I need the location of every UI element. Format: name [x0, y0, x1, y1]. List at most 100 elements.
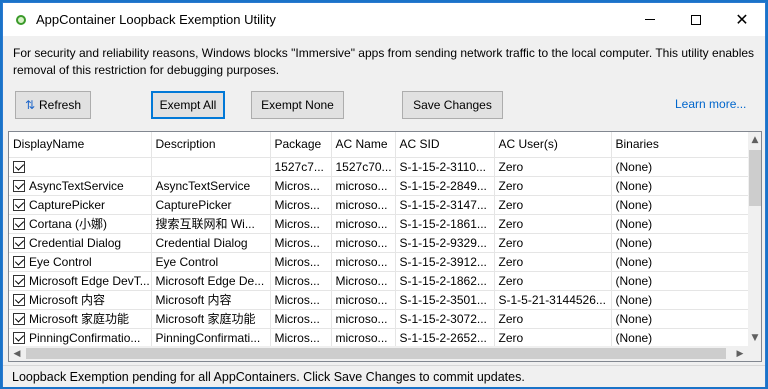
display-name-text: CapturePicker: [29, 197, 106, 212]
cell-ac-sid: S-1-15-2-2652...: [395, 328, 495, 348]
column-header-ac-users[interactable]: AC User(s): [494, 132, 612, 158]
display-name-text: Cortana (小娜): [29, 217, 108, 231]
column-header-description[interactable]: Description: [151, 132, 271, 158]
cell-ac-sid: S-1-15-2-3501...: [395, 290, 495, 310]
vertical-scroll-thumb[interactable]: [749, 150, 761, 206]
table-row[interactable]: AsyncTextService AsyncTextService Micros..…: [9, 176, 749, 196]
cell-description: Microsoft 家庭功能: [151, 309, 271, 329]
display-name-text: PinningConfirmatio...: [29, 330, 141, 345]
cell-ac-name: microso...: [331, 328, 396, 348]
cell-ac-name: microso...: [331, 252, 396, 272]
cell-description: AsyncTextService: [151, 176, 271, 196]
grid-body: 1527c7... 1527c70... S-1-15-2-3110... Zero(…: [9, 157, 749, 348]
vertical-scrollbar[interactable]: ▲ ▼: [748, 132, 761, 346]
cell-ac-sid: S-1-15-2-3912...: [395, 252, 495, 272]
table-row[interactable]: Eye Control Eye Control Micros... microso..…: [9, 252, 749, 272]
cell-ac-users: Zero: [494, 233, 612, 253]
app-icon: [16, 15, 26, 25]
exempt-checkbox[interactable]: [13, 198, 25, 211]
cell-description: Eye Control: [151, 252, 271, 272]
maximize-button[interactable]: [673, 3, 719, 36]
refresh-button[interactable]: ⇅ Refresh: [15, 91, 91, 119]
learn-more-link[interactable]: Learn more...: [675, 97, 746, 111]
cell-ac-name: microso...: [331, 214, 396, 234]
display-name-text: Microsoft 内容: [29, 293, 106, 307]
column-header-package[interactable]: Package: [270, 132, 332, 158]
close-icon: ✕: [735, 9, 749, 29]
cell-package: Micros...: [270, 176, 332, 196]
cell-binaries: (None): [611, 195, 749, 215]
cell-ac-users: Zero: [494, 157, 612, 177]
appcontainer-grid[interactable]: DisplayName Description Package AC Name …: [8, 131, 762, 362]
exempt-checkbox[interactable]: [13, 331, 25, 344]
exempt-checkbox[interactable]: [13, 160, 25, 173]
exempt-checkbox[interactable]: [13, 255, 25, 268]
scroll-left-icon[interactable]: ◀: [9, 346, 25, 361]
exempt-checkbox[interactable]: [13, 218, 25, 230]
table-row[interactable]: Credential Dialog Credential Dialog Micros…: [9, 233, 749, 253]
cell-package: Micros...: [270, 271, 332, 291]
close-button[interactable]: ✕: [719, 3, 765, 36]
table-row[interactable]: Microsoft Edge DevT... Microsoft Edge De.…: [9, 271, 749, 291]
exempt-none-button[interactable]: Exempt None: [251, 91, 344, 119]
table-row[interactable]: 1527c7... 1527c70... S-1-15-2-3110... Zero(…: [9, 157, 749, 177]
exempt-checkbox[interactable]: [13, 236, 25, 249]
refresh-label: Refresh: [39, 98, 82, 112]
column-header-displayname[interactable]: DisplayName: [9, 132, 152, 158]
title-bar[interactable]: AppContainer Loopback Exemption Utility …: [3, 3, 765, 36]
minimize-button[interactable]: [627, 3, 673, 36]
cell-binaries: (None): [611, 328, 749, 348]
cell-ac-sid: S-1-15-2-3147...: [395, 195, 495, 215]
cell-ac-users: Zero: [494, 309, 612, 329]
scroll-up-icon[interactable]: ▲: [748, 132, 761, 148]
cell-displayname: Microsoft 家庭功能: [9, 309, 152, 329]
cell-ac-users: Zero: [494, 176, 612, 196]
table-row[interactable]: Microsoft 家庭功能 Microsoft 家庭功能 Micros... mic…: [9, 309, 749, 329]
cell-description: PinningConfirmati...: [151, 328, 271, 348]
cell-package: Micros...: [270, 290, 332, 310]
exempt-checkbox[interactable]: [13, 294, 25, 306]
cell-binaries: (None): [611, 176, 749, 196]
cell-ac-sid: S-1-15-2-1861...: [395, 214, 495, 234]
cell-description: Credential Dialog: [151, 233, 271, 253]
cell-package: Micros...: [270, 252, 332, 272]
table-row[interactable]: PinningConfirmatio... PinningConfirmati..…: [9, 328, 749, 348]
exempt-checkbox[interactable]: [13, 179, 25, 192]
table-row[interactable]: Microsoft 内容 Microsoft 内容 Micros... microso…: [9, 290, 749, 310]
cell-description: Microsoft 内容: [151, 290, 271, 310]
column-header-ac-sid[interactable]: AC SID: [395, 132, 495, 158]
exempt-checkbox[interactable]: [13, 274, 25, 287]
table-row[interactable]: CapturePicker CapturePicker Micros... micro…: [9, 195, 749, 215]
cell-ac-sid: S-1-15-2-9329...: [395, 233, 495, 253]
cell-binaries: (None): [611, 290, 749, 310]
cell-package: Micros...: [270, 214, 332, 234]
column-header-ac-name[interactable]: AC Name: [331, 132, 396, 158]
horizontal-scrollbar[interactable]: ◀ ▶: [9, 346, 748, 361]
cell-package: 1527c7...: [270, 157, 332, 177]
scrollbar-corner: [748, 346, 761, 361]
cell-ac-name: microso...: [331, 195, 396, 215]
cell-ac-users: Zero: [494, 271, 612, 291]
cell-displayname: Eye Control: [9, 252, 152, 272]
cell-ac-name: 1527c70...: [331, 157, 396, 177]
window-title: AppContainer Loopback Exemption Utility: [36, 12, 276, 27]
save-changes-button[interactable]: Save Changes: [402, 91, 503, 119]
appcontainer-table: DisplayName Description Package AC Name …: [9, 132, 749, 348]
cell-binaries: (None): [611, 214, 749, 234]
cell-ac-sid: S-1-15-2-3072...: [395, 309, 495, 329]
cell-binaries: (None): [611, 271, 749, 291]
cell-ac-users: Zero: [494, 328, 612, 348]
display-name-text: Eye Control: [29, 254, 92, 269]
cell-ac-users: Zero: [494, 252, 612, 272]
exempt-all-button[interactable]: Exempt All: [151, 91, 225, 119]
header-row: DisplayName Description Package AC Name …: [9, 132, 749, 158]
table-row[interactable]: Cortana (小娜) 搜索互联网和 Wi... Micros... microso…: [9, 214, 749, 234]
exempt-checkbox[interactable]: [13, 313, 25, 325]
cell-displayname: Microsoft Edge DevT...: [9, 271, 152, 291]
cell-ac-name: Microso...: [331, 271, 396, 291]
horizontal-scroll-thumb[interactable]: [26, 348, 726, 359]
cell-ac-name: microso...: [331, 309, 396, 329]
scroll-down-icon[interactable]: ▼: [748, 330, 761, 346]
scroll-right-icon[interactable]: ▶: [732, 346, 748, 361]
column-header-binaries[interactable]: Binaries: [611, 132, 749, 158]
